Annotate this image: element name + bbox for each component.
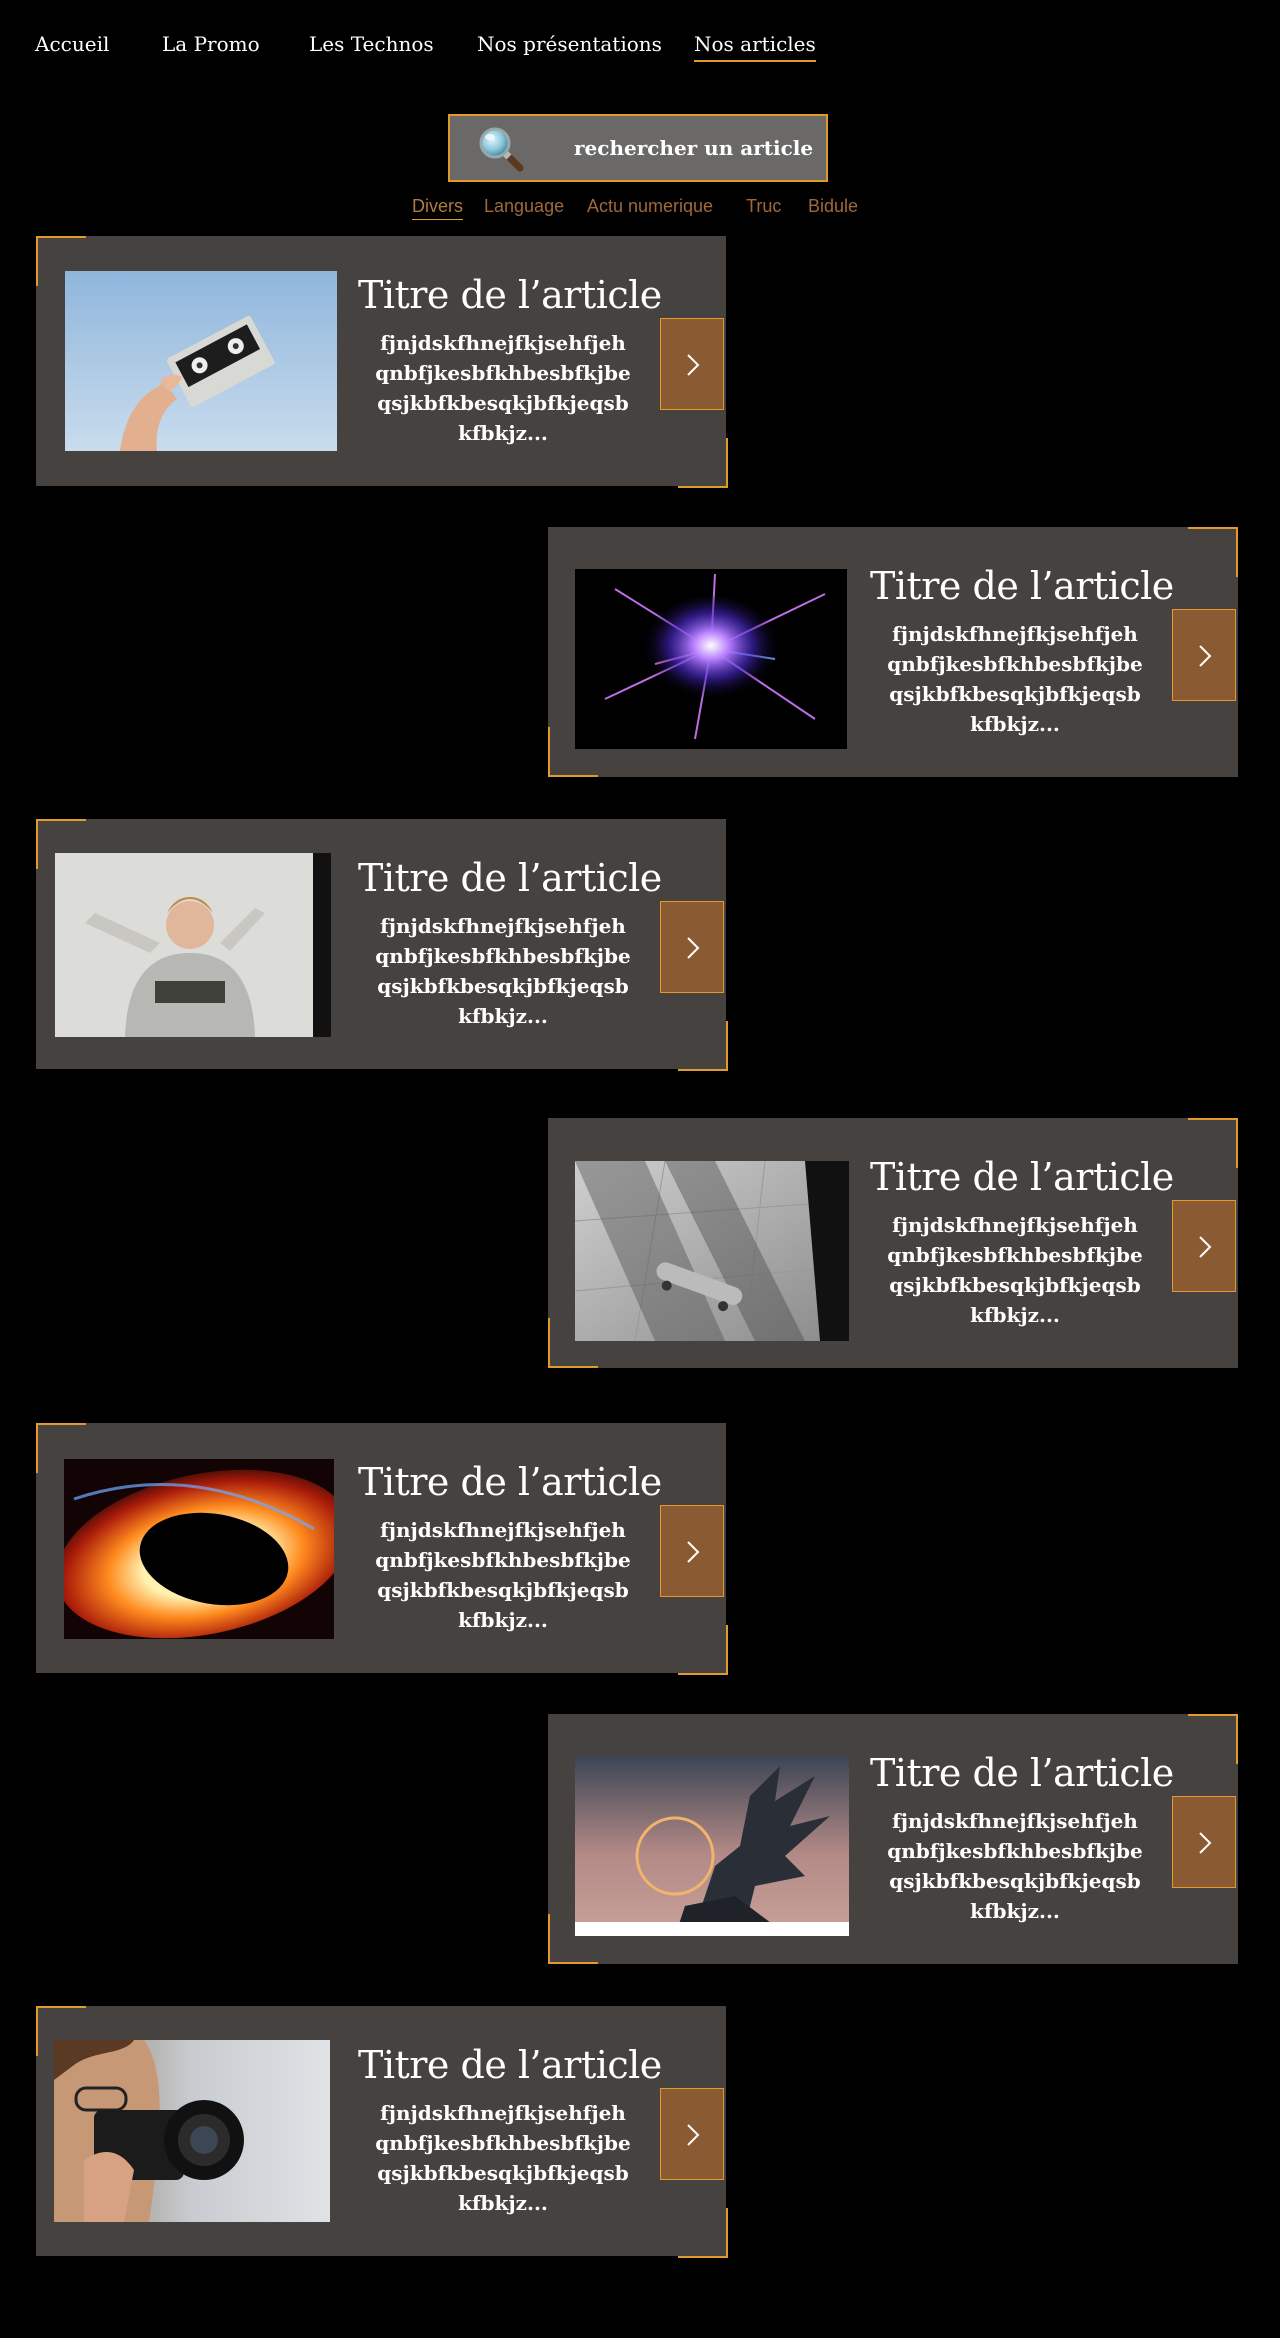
category-filters: Divers Language Actu numerique Truc Bidu… [0, 196, 1280, 224]
read-more-button[interactable] [660, 318, 724, 410]
filter-truc[interactable]: Truc [746, 196, 781, 217]
article-title: Titre de l’article [358, 2043, 662, 2087]
article-card: Titre de l’article fjnjdskfhnejfkjsehfje… [36, 1423, 728, 1675]
corner-bracket [1188, 1714, 1238, 1764]
article-image [575, 1161, 849, 1341]
chevron-right-icon [1199, 1832, 1212, 1854]
nav-item-les-technos[interactable]: Les Technos [309, 32, 434, 60]
article-image [575, 1756, 849, 1936]
article-image [54, 2040, 330, 2222]
search-button[interactable]: rechercher un article [448, 114, 828, 182]
chevron-right-icon [687, 354, 700, 376]
corner-bracket [1188, 527, 1238, 577]
filter-bidule[interactable]: Bidule [808, 196, 858, 217]
search-label: rechercher un article [574, 136, 814, 160]
article-excerpt: fjnjdskfhnejfkjsehfjeh qnbfjkesbfkhbesbf… [375, 331, 631, 445]
filter-actu-numerique[interactable]: Actu numerique [587, 196, 713, 217]
article-title: Titre de l’article [358, 273, 662, 317]
article-title: Titre de l’article [870, 1155, 1174, 1199]
corner-bracket [678, 1021, 728, 1071]
article-excerpt: fjnjdskfhnejfkjsehfjeh qnbfjkesbfkhbesbf… [375, 914, 631, 1028]
corner-bracket [678, 1625, 728, 1675]
read-more-button[interactable] [660, 2088, 724, 2180]
read-more-button[interactable] [660, 901, 724, 993]
filter-language[interactable]: Language [484, 196, 564, 217]
article-card: Titre de l’article fjnjdskfhnejfkjsehfje… [548, 527, 1238, 777]
article-excerpt: fjnjdskfhnejfkjsehfjeh qnbfjkesbfkhbesbf… [887, 622, 1143, 736]
article-image [575, 569, 847, 749]
article-image [55, 853, 331, 1037]
corner-bracket [678, 438, 728, 488]
article-excerpt: fjnjdskfhnejfkjsehfjeh qnbfjkesbfkhbesbf… [375, 1518, 631, 1632]
article-card: Titre de l’article fjnjdskfhnejfkjsehfje… [36, 2006, 728, 2258]
article-excerpt: fjnjdskfhnejfkjsehfjeh qnbfjkesbfkhbesbf… [887, 1213, 1143, 1327]
article-title: Titre de l’article [870, 564, 1174, 608]
chevron-right-icon [687, 2124, 700, 2146]
nav-item-accueil[interactable]: Accueil [35, 32, 109, 60]
article-card: Titre de l’article fjnjdskfhnejfkjsehfje… [548, 1714, 1238, 1964]
chevron-right-icon [687, 937, 700, 959]
article-card: Titre de l’article fjnjdskfhnejfkjsehfje… [36, 819, 728, 1071]
nav-item-nos-presentations[interactable]: Nos présentations [477, 32, 662, 60]
article-image [64, 1459, 334, 1639]
article-card: Titre de l’article fjnjdskfhnejfkjsehfje… [36, 236, 728, 488]
nav-item-nos-articles[interactable]: Nos articles [694, 32, 816, 62]
article-card: Titre de l’article fjnjdskfhnejfkjsehfje… [548, 1118, 1238, 1368]
article-title: Titre de l’article [870, 1751, 1174, 1795]
article-excerpt: fjnjdskfhnejfkjsehfjeh qnbfjkesbfkhbesbf… [375, 2101, 631, 2215]
chevron-right-icon [1199, 1236, 1212, 1258]
corner-bracket [1188, 1118, 1238, 1168]
read-more-button[interactable] [660, 1505, 724, 1597]
article-title: Titre de l’article [358, 1460, 662, 1504]
chevron-right-icon [1199, 645, 1212, 667]
magnifier-icon [479, 127, 524, 172]
chevron-right-icon [687, 1541, 700, 1563]
article-excerpt: fjnjdskfhnejfkjsehfjeh qnbfjkesbfkhbesbf… [887, 1809, 1143, 1923]
article-title: Titre de l’article [358, 856, 662, 900]
read-more-button[interactable] [1172, 609, 1236, 701]
nav-item-la-promo[interactable]: La Promo [162, 32, 260, 60]
article-image [65, 271, 337, 451]
corner-bracket [678, 2208, 728, 2258]
filter-divers[interactable]: Divers [412, 196, 464, 220]
read-more-button[interactable] [1172, 1200, 1236, 1292]
read-more-button[interactable] [1172, 1796, 1236, 1888]
